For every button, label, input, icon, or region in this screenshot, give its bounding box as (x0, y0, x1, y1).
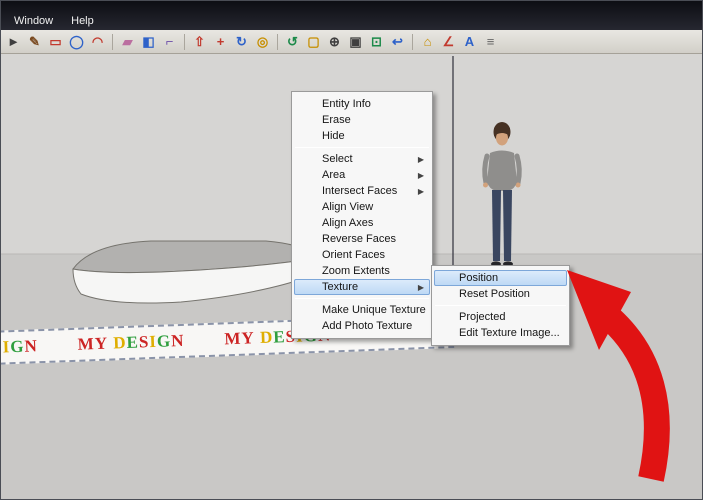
zoom-extents-tool-icon[interactable]: ⊡ (367, 32, 386, 51)
previous-view-tool-icon[interactable]: ↩ (388, 32, 407, 51)
dimension-tool-icon[interactable]: ≡ (481, 32, 500, 51)
submenu-arrow-icon: ▶ (418, 155, 424, 165)
menu-item-label: Projected (459, 311, 505, 323)
menu-item-label: Intersect Faces (322, 185, 397, 197)
paint-bucket-tool-icon[interactable]: ◧ (139, 32, 158, 51)
menu-item-intersect-faces[interactable]: Intersect Faces ▶ (294, 183, 430, 199)
select-tool-icon[interactable]: ► (4, 32, 23, 51)
title-bar: Window Help (1, 1, 702, 30)
toolbar-icons: ►✎▭◯◠ ▰◧⌐ ⇧+↻◎ ↺▢⊕▣⊡↩ ⌂∠A≡ (4, 30, 500, 53)
menu-item-label: Make Unique Texture (322, 304, 426, 316)
menu-item-label: Select (322, 153, 353, 165)
menu-item-label: Add Photo Texture (322, 320, 412, 332)
menu-item-position[interactable]: Position (434, 270, 567, 286)
menu-item-make-unique-texture[interactable]: Make Unique Texture (294, 302, 430, 318)
menu-separator (435, 305, 566, 306)
menu-item-projected[interactable]: Projected (434, 309, 567, 325)
menu-item-select[interactable]: Select ▶ (294, 151, 430, 167)
menu-item-label: Edit Texture Image... (459, 327, 560, 339)
menu-item-edit-texture-image[interactable]: Edit Texture Image... (434, 325, 567, 341)
rotate-tool-icon[interactable]: ↻ (232, 32, 251, 51)
menu-item-label: Erase (322, 114, 351, 126)
tape-measure-tool-icon[interactable]: ⌐ (160, 32, 179, 51)
menu-item-area[interactable]: Area ▶ (294, 167, 430, 183)
push-pull-tool-icon[interactable]: ⇧ (190, 32, 209, 51)
pan-tool-icon[interactable]: ▢ (304, 32, 323, 51)
move-tool-icon[interactable]: + (211, 32, 230, 51)
submenu-arrow-icon: ▶ (418, 171, 424, 181)
banner-word: MY DESIGN (1, 336, 38, 360)
toolbar-separator (412, 34, 413, 50)
rectangle-tool-icon[interactable]: ▭ (46, 32, 65, 51)
toolbar-separator (277, 34, 278, 50)
submenu-arrow-icon: ▶ (418, 283, 424, 293)
menu-item-label: Entity Info (322, 98, 371, 110)
menu-help[interactable]: Help (62, 13, 103, 29)
menu-item-reverse-faces[interactable]: Reverse Faces (294, 231, 430, 247)
eraser-tool-icon[interactable]: ▰ (118, 32, 137, 51)
orbit-tool-icon[interactable]: ↺ (283, 32, 302, 51)
app-window: Window Help ►✎▭◯◠ ▰◧⌐ ⇧+↻◎ ↺▢⊕▣⊡↩ ⌂∠A≡ (0, 0, 703, 500)
axes-tool-icon[interactable]: ∠ (439, 32, 458, 51)
zoom-window-tool-icon[interactable]: ▣ (346, 32, 365, 51)
menu-item-label: Area (322, 169, 345, 181)
menu-item-label: Position (459, 272, 498, 284)
zoom-tool-icon[interactable]: ⊕ (325, 32, 344, 51)
menu-item-label: Align View (322, 201, 373, 213)
menu-item-orient-faces[interactable]: Orient Faces (294, 247, 430, 263)
menu-window[interactable]: Window (5, 13, 62, 29)
banner-word: MY DESIGN (77, 331, 184, 355)
menu-item-label: Orient Faces (322, 249, 385, 261)
menu-item-add-photo-texture[interactable]: Add Photo Texture (294, 318, 430, 334)
text-tool-icon[interactable]: A (460, 32, 479, 51)
menu-item-entity-info[interactable]: Entity Info (294, 96, 430, 112)
toolbar: ►✎▭◯◠ ▰◧⌐ ⇧+↻◎ ↺▢⊕▣⊡↩ ⌂∠A≡ (1, 30, 702, 54)
menu-item-align-view[interactable]: Align View (294, 199, 430, 215)
circle-tool-icon[interactable]: ◯ (67, 32, 86, 51)
menu-item-label: Align Axes (322, 217, 373, 229)
menu-item-erase[interactable]: Erase (294, 112, 430, 128)
menu-separator (295, 147, 429, 148)
menu-item-label: Hide (322, 130, 345, 142)
texture-submenu: Position Reset Position Projected Edit Text… (431, 265, 570, 346)
toolbar-separator (184, 34, 185, 50)
front-view-tool-icon[interactable]: ⌂ (418, 32, 437, 51)
menu-separator (295, 298, 429, 299)
submenu-arrow-icon: ▶ (418, 187, 424, 197)
viewport-canvas[interactable]: MY DESIGNMY DESIGNMY DESIGNMY DESIGN Ent… (1, 54, 702, 499)
menu-item-texture[interactable]: Texture ▶ (294, 279, 430, 295)
menu-item-label: Reset Position (459, 288, 530, 300)
menu-item-label: Zoom Extents (322, 265, 390, 277)
offset-tool-icon[interactable]: ◎ (253, 32, 272, 51)
menu-item-hide[interactable]: Hide (294, 128, 430, 144)
menu-item-zoom-extents[interactable]: Zoom Extents (294, 263, 430, 279)
context-menu: Entity InfoEraseHideSelect▶Area▶Intersec… (291, 91, 433, 339)
menu-item-align-axes[interactable]: Align Axes (294, 215, 430, 231)
toolbar-separator (112, 34, 113, 50)
menu-item-reset-position[interactable]: Reset Position (434, 286, 567, 302)
line-tool-icon[interactable]: ✎ (25, 32, 44, 51)
arc-tool-icon[interactable]: ◠ (88, 32, 107, 51)
menu-item-label: Reverse Faces (322, 233, 396, 245)
menu-item-label: Texture (322, 281, 358, 293)
